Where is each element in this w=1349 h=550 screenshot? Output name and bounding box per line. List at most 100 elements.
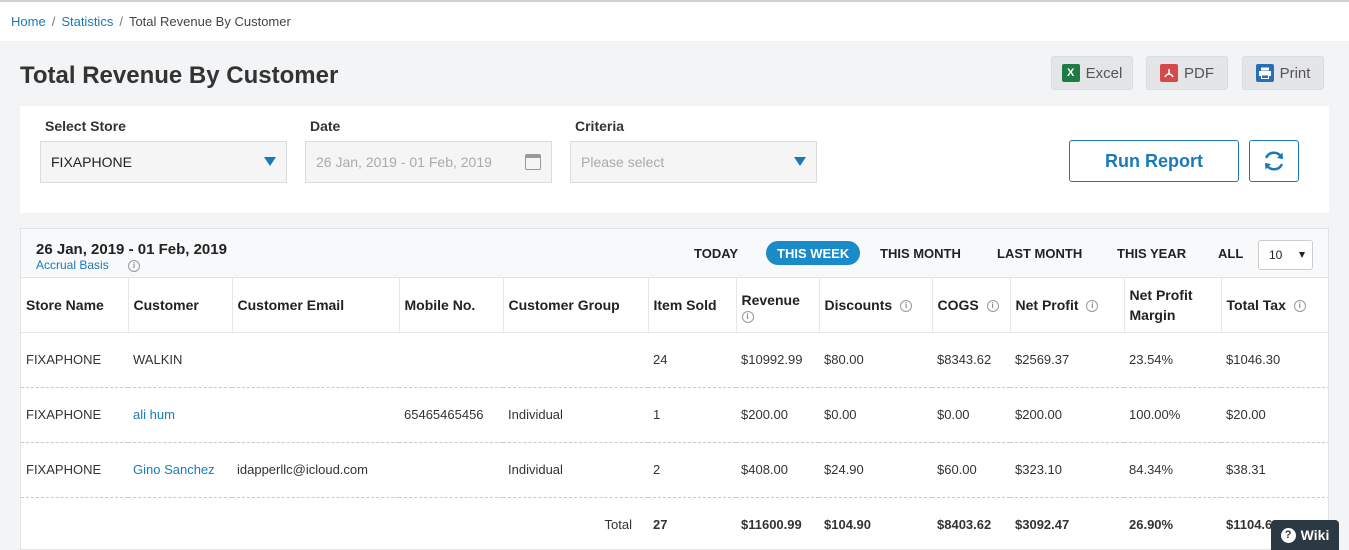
- breadcrumb-home[interactable]: Home: [11, 14, 46, 29]
- table-row: FIXAPHONE ali hum 65465465456 Individual…: [21, 387, 1328, 443]
- total-label: Total: [604, 517, 632, 533]
- criteria-placeholder: Please select: [581, 154, 665, 170]
- cell-store: FIXAPHONE: [21, 387, 128, 443]
- pdf-button[interactable]: PDF: [1146, 56, 1228, 90]
- col-discounts[interactable]: Discounts i: [819, 278, 933, 333]
- cell-discounts: $24.90: [819, 442, 932, 498]
- col-net-profit-margin[interactable]: Net Profit Margin: [1124, 278, 1222, 333]
- breadcrumb-statistics[interactable]: Statistics: [61, 14, 113, 29]
- store-select-value: FIXAPHONE: [51, 154, 132, 170]
- cell-margin: 100.00%: [1124, 387, 1221, 443]
- cell-email: [232, 387, 399, 443]
- customer-link[interactable]: ali hum: [133, 407, 175, 422]
- total-discounts: $104.90: [824, 517, 871, 533]
- cell-item-sold: 2: [648, 442, 736, 498]
- info-icon[interactable]: i: [986, 300, 999, 313]
- total-item-sold: 27: [653, 517, 668, 533]
- info-icon[interactable]: i: [741, 311, 754, 324]
- col-store-name[interactable]: Store Name: [21, 278, 129, 333]
- pdf-icon: [1160, 64, 1178, 82]
- cell-cogs: $0.00: [932, 387, 1010, 443]
- cell-group: Individual: [503, 387, 648, 443]
- cell-revenue: $200.00: [736, 387, 819, 443]
- total-margin: 26.90%: [1129, 517, 1174, 533]
- refresh-button[interactable]: [1249, 140, 1299, 182]
- col-mobile[interactable]: Mobile No.: [399, 278, 504, 333]
- wiki-button[interactable]: ? Wiki: [1271, 520, 1339, 550]
- cell-store: FIXAPHONE: [21, 332, 128, 388]
- date-label: Date: [310, 118, 341, 134]
- col-customer[interactable]: Customer: [128, 278, 233, 333]
- col-customer-group[interactable]: Customer Group: [503, 278, 649, 333]
- page-title: Total Revenue By Customer: [20, 62, 339, 89]
- period-this-week[interactable]: THIS WEEK: [766, 241, 861, 265]
- accrual-basis-label: Accrual Basis: [36, 258, 109, 272]
- cell-email: [232, 332, 399, 388]
- cell-store: FIXAPHONE: [21, 442, 128, 498]
- cell-mobile: [399, 442, 503, 498]
- print-button[interactable]: Print: [1242, 56, 1324, 90]
- caret-down-icon: [1299, 252, 1305, 258]
- period-last-month[interactable]: LAST MONTH: [997, 241, 1082, 265]
- breadcrumb: Home / Statistics / Total Revenue By Cus…: [0, 0, 1349, 41]
- total-row: Total 27 $11600.99 $104.90 $8403.62 $309…: [21, 497, 1328, 549]
- page-size-select[interactable]: 10: [1258, 240, 1313, 270]
- breadcrumb-current: Total Revenue By Customer: [128, 14, 291, 29]
- cell-customer: Gino Sanchez: [128, 442, 232, 498]
- breadcrumb-separator: /: [119, 14, 123, 29]
- pdf-label: PDF: [1184, 64, 1214, 82]
- total-revenue: $11600.99: [741, 517, 802, 533]
- period-this-year[interactable]: THIS YEAR: [1117, 241, 1186, 265]
- report-panel: 26 Jan, 2019 - 01 Feb, 2019 Accrual Basi…: [20, 228, 1329, 550]
- page-size-value: 10: [1269, 248, 1283, 262]
- table-row: FIXAPHONE WALKIN 24 $10992.99 $80.00 $83…: [21, 332, 1328, 388]
- report-header: 26 Jan, 2019 - 01 Feb, 2019 Accrual Basi…: [21, 229, 1328, 278]
- date-range-input[interactable]: 26 Jan, 2019 - 01 Feb, 2019: [305, 141, 552, 183]
- report-date-range: 26 Jan, 2019 - 01 Feb, 2019: [36, 241, 227, 258]
- print-label: Print: [1279, 64, 1311, 82]
- caret-down-icon: [264, 157, 276, 166]
- criteria-select[interactable]: Please select: [570, 141, 817, 183]
- cell-customer: WALKIN: [128, 332, 232, 388]
- col-cogs[interactable]: COGS i: [932, 278, 1011, 333]
- criteria-label: Criteria: [575, 118, 625, 134]
- period-today[interactable]: TODAY: [694, 241, 738, 265]
- cell-cogs: $8343.62: [932, 332, 1010, 388]
- cell-net-profit: $2569.37: [1010, 332, 1124, 388]
- cell-cogs: $60.00: [932, 442, 1010, 498]
- cell-item-sold: 1: [648, 387, 736, 443]
- filter-panel: Select Store FIXAPHONE Date 26 Jan, 2019…: [20, 106, 1329, 213]
- date-range-value: 26 Jan, 2019 - 01 Feb, 2019: [316, 154, 492, 170]
- cell-discounts: $80.00: [819, 332, 932, 388]
- info-icon[interactable]: i: [1293, 300, 1306, 313]
- cell-group: [503, 332, 648, 388]
- customer-link[interactable]: Gino Sanchez: [133, 462, 215, 477]
- col-revenue[interactable]: Revenue i: [736, 278, 820, 333]
- cell-revenue: $408.00: [736, 442, 819, 498]
- col-item-sold[interactable]: Item Sold: [648, 278, 737, 333]
- help-icon: ?: [1280, 527, 1296, 543]
- accrual-basis[interactable]: Accrual Basis i: [36, 258, 141, 272]
- info-icon[interactable]: i: [1086, 300, 1099, 313]
- cell-customer: ali hum: [128, 387, 232, 443]
- excel-button[interactable]: X Excel: [1051, 56, 1133, 90]
- col-customer-email[interactable]: Customer Email: [232, 278, 400, 333]
- cell-discounts: $0.00: [819, 387, 932, 443]
- col-total-tax[interactable]: Total Tax i: [1221, 278, 1328, 333]
- cell-margin: 84.34%: [1124, 442, 1221, 498]
- info-icon[interactable]: i: [900, 300, 913, 313]
- cell-mobile: [399, 332, 503, 388]
- cell-tax: $38.31: [1221, 442, 1328, 498]
- calendar-icon: [525, 154, 541, 170]
- cell-email: idapperllc@icloud.com: [232, 442, 399, 498]
- store-label: Select Store: [45, 118, 126, 134]
- col-net-profit[interactable]: Net Profit i: [1010, 278, 1125, 333]
- period-this-month[interactable]: THIS MONTH: [880, 241, 961, 265]
- store-select[interactable]: FIXAPHONE: [40, 141, 287, 183]
- info-icon[interactable]: i: [128, 259, 141, 272]
- printer-icon: [1255, 64, 1274, 82]
- cell-tax: $20.00: [1221, 387, 1328, 443]
- run-report-button[interactable]: Run Report: [1069, 140, 1239, 182]
- period-all[interactable]: ALL: [1218, 241, 1243, 265]
- excel-icon: X: [1061, 64, 1080, 82]
